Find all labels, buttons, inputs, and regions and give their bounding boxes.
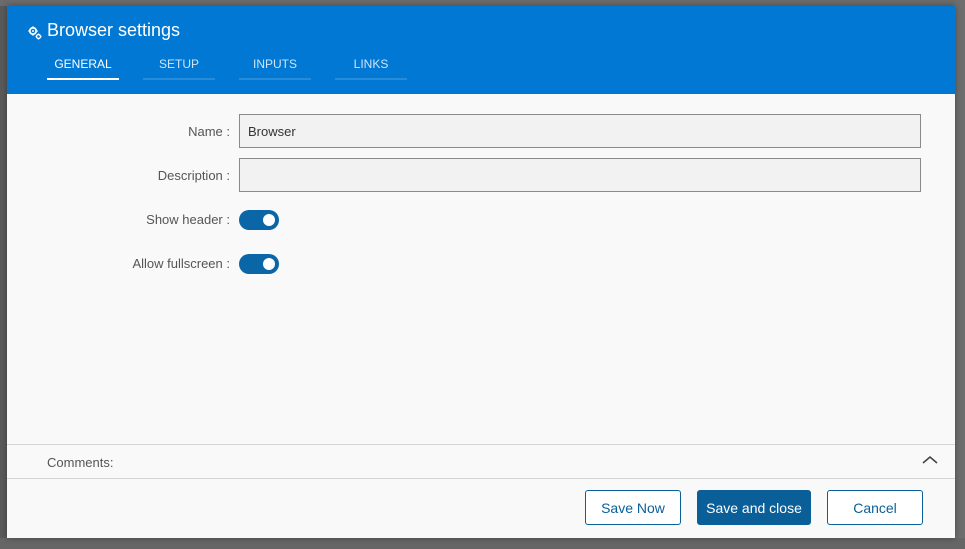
name-label: Name : — [188, 124, 230, 139]
save-and-close-button[interactable]: Save and close — [697, 490, 811, 525]
dialog-footer: Save Now Save and close Cancel — [7, 478, 955, 538]
tab-inputs[interactable]: INPUTS — [239, 56, 311, 80]
allow-fullscreen-label: Allow fullscreen : — [132, 256, 230, 271]
description-input[interactable] — [239, 158, 921, 192]
comments-label: Comments: — [47, 455, 114, 470]
show-header-toggle[interactable] — [239, 210, 279, 230]
dialog-title-text: Browser settings — [47, 20, 181, 40]
dialog-header: Browser settings GENERAL SETUP INPUTS LI… — [7, 6, 955, 94]
tab-general[interactable]: GENERAL — [47, 56, 119, 80]
gear-icon — [28, 24, 42, 39]
cancel-button[interactable]: Cancel — [827, 490, 923, 525]
browser-settings-dialog: Browser settings GENERAL SETUP INPUTS LI… — [7, 6, 955, 538]
name-input[interactable] — [239, 114, 921, 148]
allow-fullscreen-row: Allow fullscreen : — [7, 246, 955, 282]
tab-links[interactable]: LINKS — [335, 56, 407, 80]
toggle-knob — [263, 258, 275, 270]
comments-section[interactable]: Comments: — [7, 444, 955, 479]
backdrop-bottom — [0, 538, 965, 549]
description-row: Description : — [7, 158, 955, 194]
description-label: Description : — [157, 168, 230, 183]
allow-fullscreen-toggle[interactable] — [239, 254, 279, 274]
tab-setup[interactable]: SETUP — [143, 56, 215, 80]
backdrop-right — [955, 0, 965, 549]
dialog-title: Browser settings — [28, 20, 180, 41]
tab-bar: GENERAL SETUP INPUTS LINKS — [47, 56, 431, 80]
save-now-button[interactable]: Save Now — [585, 490, 681, 525]
name-row: Name : — [7, 114, 955, 150]
show-header-row: Show header : — [7, 202, 955, 238]
show-header-label: Show header : — [146, 212, 230, 227]
chevron-up-icon[interactable] — [920, 453, 940, 467]
toggle-knob — [263, 214, 275, 226]
